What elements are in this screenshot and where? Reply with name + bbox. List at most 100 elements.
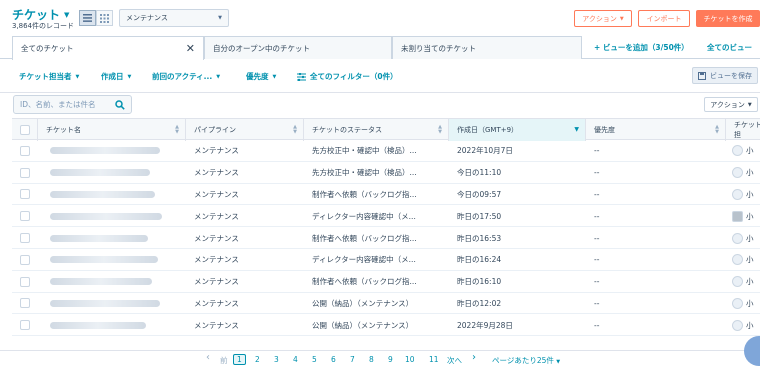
close-icon[interactable]: ✕	[186, 42, 195, 55]
table-row[interactable]: メンテナンス 公開（納品）（メンテナンス） 2022年9月28日 -- 小	[12, 314, 760, 337]
filter-ticket-owner[interactable]: チケット担当者 ▼	[19, 71, 79, 82]
actions-button-label: アクション	[582, 14, 617, 23]
table-row[interactable]: メンテナンス 先方校正中・確認中（検品）... 2022年10月7日 -- 小	[12, 140, 760, 162]
sort-icon: ▲ ▼	[293, 124, 297, 135]
row-checkbox[interactable]	[20, 211, 30, 222]
all-views-link[interactable]: 全てのビュー	[707, 42, 752, 53]
save-view-button[interactable]: ビューを保存	[692, 67, 758, 84]
table-row[interactable]: メンテナンス 先方校正中・確認中（検品）... 今日の11:10 -- 小	[12, 162, 760, 184]
row-checkbox[interactable]	[20, 298, 30, 309]
redacted-ticket-name	[50, 212, 162, 220]
all-filters-button[interactable]: 全てのフィルター（0件）	[297, 71, 398, 82]
column-label: 作成日（GMT+9）	[457, 126, 519, 134]
tab-all-tickets[interactable]: 全てのチケット ✕	[12, 36, 204, 60]
created-date-cell: 今日の09:57	[457, 189, 502, 199]
page-11-button[interactable]: 11	[429, 355, 439, 364]
save-icon	[698, 71, 706, 80]
table-row[interactable]: メンテナンス 制作者へ依頼（バックログ指... 今日の09:57 -- 小	[12, 184, 760, 206]
filter-last-activity[interactable]: 前回のアクティ... ▼	[152, 71, 220, 82]
table-row[interactable]: メンテナンス ディレクター内容確認中（メ... 昨日の17:50 -- 小	[12, 205, 760, 228]
ticket-name-cell[interactable]	[38, 205, 186, 227]
row-checkbox[interactable]	[20, 276, 30, 287]
next-page-button[interactable]: 次へ	[447, 355, 462, 366]
chevron-right-icon[interactable]: ›	[472, 352, 476, 363]
ticket-name-cell[interactable]	[38, 162, 186, 184]
column-ticket-status[interactable]: チケットのステータス ▲ ▼	[304, 119, 449, 141]
select-all-checkbox[interactable]	[19, 125, 30, 135]
page-4-button[interactable]: 4	[293, 355, 298, 364]
ticket-name-cell[interactable]	[38, 249, 186, 271]
owner-cell[interactable]: 小	[726, 162, 760, 184]
row-checkbox[interactable]	[20, 189, 30, 200]
row-checkbox[interactable]	[20, 233, 30, 244]
ticket-name-cell[interactable]	[38, 271, 186, 293]
redacted-ticket-name	[50, 299, 160, 307]
redacted-ticket-name	[50, 147, 160, 155]
column-ticket-name[interactable]: チケット名 ▲ ▼	[38, 119, 186, 141]
per-page-select[interactable]: ページあたり25件 ▼	[492, 355, 560, 366]
page-10-button[interactable]: 10	[405, 355, 415, 364]
row-checkbox[interactable]	[20, 145, 30, 156]
table-row[interactable]: メンテナンス ディレクター内容確認中（メ... 昨日の16:24 -- 小	[12, 249, 760, 271]
column-created-date[interactable]: 作成日（GMT+9） ▼	[449, 119, 586, 141]
owner-cell[interactable]: 小	[726, 249, 760, 271]
prev-page-button[interactable]: 前	[220, 355, 228, 366]
column-ticket-owner[interactable]: チケット担	[726, 119, 760, 141]
filter-created-date[interactable]: 作成日 ▼	[101, 71, 131, 82]
created-date-cell: 今日の11:10	[457, 168, 502, 178]
owner-cell[interactable]: 小	[726, 271, 760, 293]
ticket-name-cell[interactable]	[38, 314, 186, 336]
row-checkbox[interactable]	[20, 254, 30, 265]
column-priority[interactable]: 優先度 ▲ ▼	[586, 119, 726, 141]
table-actions-button[interactable]: アクション ▼	[704, 97, 758, 112]
search-input[interactable]: ID、名前、または件名	[13, 95, 132, 114]
add-view-link[interactable]: + ビューを追加（3/50件）	[594, 42, 689, 53]
import-button[interactable]: インポート	[638, 10, 690, 27]
avatar	[732, 276, 743, 288]
board-view-button[interactable]	[96, 10, 113, 26]
create-ticket-button[interactable]: チケットを作成	[696, 10, 760, 27]
ticket-name-cell[interactable]	[38, 140, 186, 162]
owner-cell[interactable]: 小	[726, 140, 760, 162]
owner-cell[interactable]: 小	[726, 293, 760, 315]
page-2-button[interactable]: 2	[255, 355, 260, 364]
created-date-cell: 昨日の16:10	[457, 277, 502, 287]
pipeline-select[interactable]: メンテナンス ▼	[119, 9, 229, 27]
table-row[interactable]: メンテナンス 公開（納品）（メンテナンス） 昨日の12:02 -- 小	[12, 293, 760, 315]
actions-button[interactable]: アクション ▼	[574, 10, 632, 27]
owner-cell[interactable]: 小	[726, 205, 760, 227]
column-pipeline[interactable]: パイプライン ▲ ▼	[186, 119, 304, 141]
page-3-button[interactable]: 3	[274, 355, 279, 364]
tab-my-open-tickets[interactable]: 自分のオープン中のチケット	[204, 36, 392, 59]
ticket-name-cell[interactable]	[38, 227, 186, 249]
page-5-button[interactable]: 5	[312, 355, 317, 364]
owner-cell[interactable]: 小	[726, 227, 760, 249]
row-checkbox[interactable]	[20, 320, 30, 331]
row-checkbox[interactable]	[20, 167, 30, 178]
owner-cell[interactable]: 小	[726, 184, 760, 206]
created-date-cell: 2022年9月28日	[457, 320, 513, 330]
tab-unassigned-tickets[interactable]: 未割り当てのチケット	[392, 36, 582, 59]
row-select-cell	[12, 293, 38, 315]
page-9-button[interactable]: 9	[388, 355, 393, 364]
ticket-name-cell[interactable]	[38, 293, 186, 315]
all-filters-label: 全てのフィルター（0件）	[310, 72, 398, 81]
priority-cell: --	[594, 146, 600, 156]
page-7-button[interactable]: 7	[350, 355, 355, 364]
table-row[interactable]: メンテナンス 制作者へ依頼（バックログ指... 昨日の16:53 -- 小	[12, 227, 760, 249]
filter-priority[interactable]: 優先度 ▼	[246, 71, 276, 82]
owner-cell[interactable]: 小	[726, 314, 760, 336]
table-row[interactable]: メンテナンス 制作者へ依頼（バックログ指... 昨日の16:10 -- 小	[12, 271, 760, 293]
chevron-down-icon: ▼	[127, 73, 132, 80]
column-label: 優先度	[594, 126, 615, 134]
row-select-cell	[12, 162, 38, 184]
chevron-down-icon: ▼	[218, 15, 222, 21]
pipeline-cell: メンテナンス	[194, 255, 239, 265]
chevron-left-icon[interactable]: ‹	[206, 352, 210, 363]
page-1-button[interactable]: 1	[233, 354, 246, 365]
avatar	[732, 188, 743, 200]
page-8-button[interactable]: 8	[369, 355, 374, 364]
list-view-button[interactable]	[79, 10, 96, 26]
page-6-button[interactable]: 6	[331, 355, 336, 364]
ticket-name-cell[interactable]	[38, 184, 186, 206]
